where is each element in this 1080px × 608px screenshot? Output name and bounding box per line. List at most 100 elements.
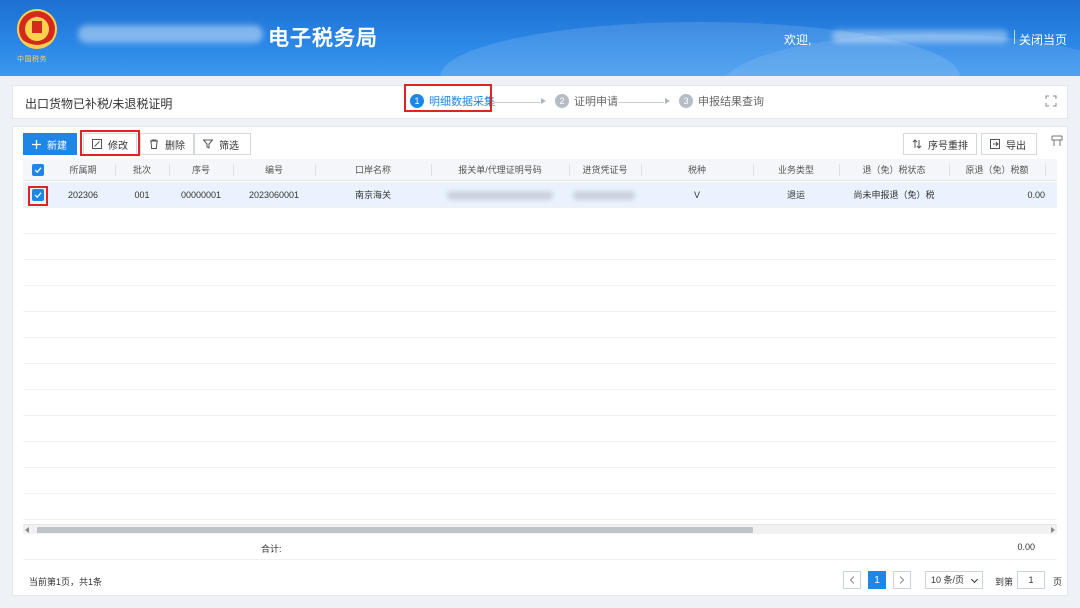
page-number-button[interactable]: 1 [868,571,886,589]
column-header[interactable]: 原退（免）税额 [949,159,1045,181]
page-info: 当前第1页，共1条 [29,577,103,587]
step-certificate-apply[interactable]: 2 证明申请 [555,93,618,109]
delete-button-label: 删除 [165,140,185,152]
export-icon [990,139,1000,149]
new-button[interactable]: 新建 [23,133,77,155]
header-divider [1014,30,1015,44]
chevron-right-icon [899,576,905,584]
column-header[interactable]: 报关单/代理证明号码 [431,159,569,181]
empty-row [23,312,1057,338]
step-number: 3 [679,94,693,108]
cell-biz-type: 退运 [786,190,805,200]
horizontal-scrollbar[interactable] [23,524,1057,534]
empty-row [23,494,1057,520]
empty-row [23,286,1057,312]
goto-page-input[interactable]: 1 [1017,571,1045,589]
welcome-text: 欢迎, [784,33,812,47]
site-title: 电子税务局 [268,27,378,50]
tax-emblem-icon [17,9,57,49]
step-label: 证明申请 [574,96,618,108]
column-header[interactable]: 口岸名称 [315,159,431,181]
empty-row [23,390,1057,416]
column-divider [1045,164,1046,176]
table-row[interactable]: 202306 001 00000001 2023060001 南京海关 V 退运… [23,182,1057,208]
column-header[interactable]: 编号 [233,159,315,181]
column-header[interactable]: 税种 [641,159,753,181]
divider [23,559,1057,560]
cell-seq: 00000001 [180,190,222,200]
highlight-box-checkbox [28,186,48,206]
cell-code: 2023060001 [248,190,300,200]
filter-button[interactable]: 筛选 [194,133,251,155]
page-size-select[interactable]: 10 条/页 [925,571,983,589]
delete-button[interactable]: 删除 [140,133,194,155]
sort-icon [912,139,922,149]
top-header: 中国税务 电子税务局 欢迎, 关闭当页 [0,0,1080,76]
close-page-link[interactable]: 关闭当页 [1019,31,1067,48]
step-arrow-icon [541,98,546,104]
cell-amount: 0.00 [1027,190,1045,200]
empty-row [23,234,1057,260]
cell-status: 尚未申报退（免）税 [853,190,935,200]
page-title: 出口货物已补税/未退税证明 [25,97,173,111]
empty-row [23,442,1057,468]
column-header[interactable]: 业务类型 [753,159,839,181]
redacted-region-name [78,25,263,43]
goto-label: 到第 [995,577,1014,587]
empty-row [23,468,1057,494]
total-value: 0.00 [1017,542,1035,552]
step-arrow-icon [665,98,670,104]
empty-row [23,364,1057,390]
trash-icon [150,139,158,149]
highlight-box-step [404,84,492,112]
highlight-box-edit [80,130,140,156]
table-header: 所属期 批次 序号 编号 口岸名称 报关单/代理证明号码 进货凭证号 税种 业务… [23,159,1057,181]
empty-row [23,416,1057,442]
total-label: 合计: [261,544,282,554]
reorder-button[interactable]: 序号重排 [903,133,977,155]
redacted-user-name [832,30,1008,43]
redacted-voucher-number [573,191,635,200]
prev-page-button[interactable] [843,571,861,589]
step-connector [494,102,540,103]
export-button-label: 导出 [1006,140,1026,152]
chevron-down-icon [970,575,979,584]
column-header[interactable]: 退（免）税状态 [839,159,949,181]
reorder-button-label: 序号重排 [928,140,968,152]
column-settings-icon[interactable] [1051,135,1063,147]
cell-port: 南京海关 [354,190,391,200]
page-unit-label: 页 [1053,577,1063,587]
empty-row [23,338,1057,364]
scroll-right-icon[interactable] [1051,527,1055,533]
column-header[interactable]: 所属期 [51,159,115,181]
select-all-checkbox[interactable] [32,164,44,176]
redacted-declaration-number [447,191,553,200]
fullscreen-icon[interactable] [1045,95,1057,107]
step-connector [618,102,664,103]
chevron-left-icon [849,576,855,584]
scrollbar-thumb[interactable] [37,527,753,533]
empty-row [23,208,1057,234]
scroll-left-icon[interactable] [25,527,29,533]
column-header[interactable]: 批次 [115,159,169,181]
check-icon [34,167,42,174]
cell-tax-type: V [693,190,700,200]
export-button[interactable]: 导出 [981,133,1037,155]
emblem-caption: 中国税务 [17,55,47,63]
column-header[interactable]: 序号 [169,159,233,181]
plus-icon [32,139,41,149]
next-page-button[interactable] [893,571,911,589]
filter-icon [203,139,213,149]
step-bar: 出口货物已补税/未退税证明 1 明细数据采集 2 证明申请 3 申报结果查询 [12,84,1068,119]
page-size-value: 10 条/页 [931,575,965,585]
filter-button-label: 筛选 [219,140,239,152]
step-label: 申报结果查询 [698,96,764,108]
new-button-label: 新建 [47,140,67,152]
cell-period: 202306 [67,190,99,200]
empty-row [23,260,1057,286]
column-header[interactable]: 进货凭证号 [569,159,641,181]
step-number: 2 [555,94,569,108]
main-panel: 新建 修改 删除 筛选 序号重排 导出 所属期 批次 序号 编号 口岸名称 报关… [12,126,1068,596]
step-result-query[interactable]: 3 申报结果查询 [679,93,764,109]
cell-batch: 001 [134,190,150,200]
